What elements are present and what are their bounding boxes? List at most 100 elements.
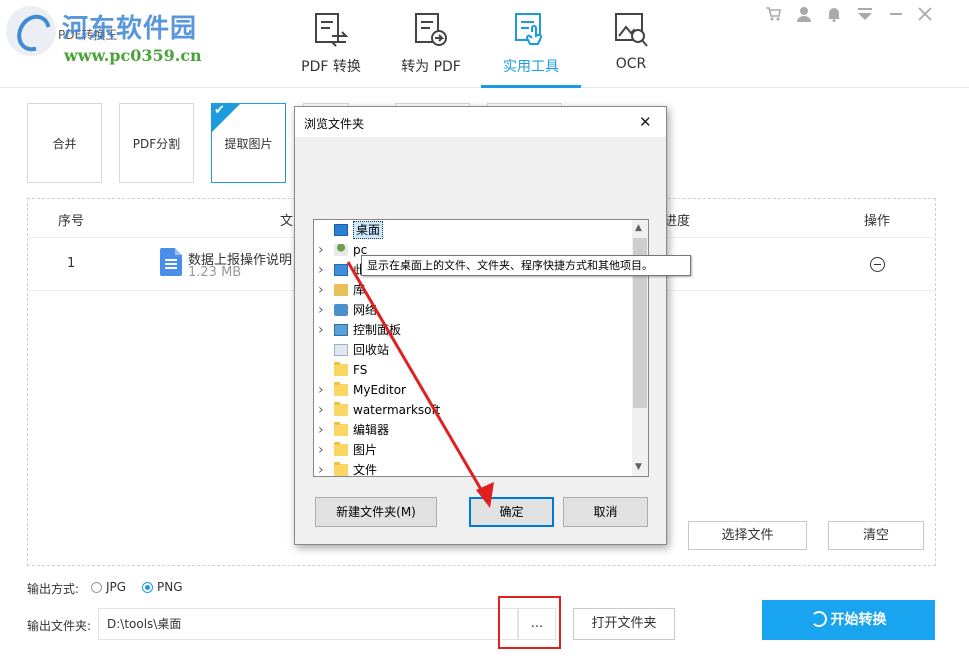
header-action: 操作 (864, 214, 891, 229)
app-window: PDF转换王 河东软件园 www.pc0359.cn PDF 转换 转为 PDF (0, 0, 969, 665)
expand-chevron-icon[interactable]: › (318, 400, 324, 420)
tree-item-label: 桌面 (353, 221, 384, 239)
refresh-icon (810, 611, 827, 627)
tooltip: 显示在桌面上的文件、文件夹、程序快捷方式和其他项目。 (361, 255, 691, 276)
remove-file-icon[interactable] (870, 257, 885, 272)
browse-folder-dialog: 浏览文件夹 ✕ 桌面›pc›此电脑›库›网络›控制面板回收站FS›MyEdito… (294, 106, 667, 545)
cart-icon[interactable] (765, 6, 781, 22)
tool-card-label: 合并 (52, 137, 77, 151)
tree-item-label: 回收站 (353, 343, 390, 357)
recycle-bin-icon (334, 344, 348, 356)
tree-item-label: 编辑器 (353, 423, 390, 437)
bell-icon[interactable] (826, 6, 842, 22)
user-icon[interactable] (796, 6, 812, 22)
menu-icon[interactable] (857, 6, 873, 22)
clear-button[interactable]: 清空 (828, 521, 924, 550)
new-folder-button[interactable]: 新建文件夹(M) (315, 497, 437, 527)
tree-item[interactable]: › 文件 (314, 460, 632, 476)
folder-icon (334, 422, 348, 436)
tool-card-split[interactable]: PDF分割 (119, 103, 194, 183)
output-folder-label: 输出文件夹: (27, 619, 92, 633)
watermark-name: 河东软件园 (62, 14, 198, 44)
open-folder-button[interactable]: 打开文件夹 (573, 608, 675, 640)
tree-item-label: 库 (353, 283, 366, 297)
tree-item[interactable]: › 网络 (314, 300, 632, 320)
tab-pdf-convert[interactable]: PDF 转换 (281, 0, 381, 88)
file-size: 1.23 MB (188, 265, 242, 280)
expand-chevron-icon[interactable]: › (318, 320, 324, 340)
radio-png-label: PNG (157, 580, 183, 594)
radio-png[interactable] (142, 582, 153, 593)
minimize-icon[interactable] (888, 6, 904, 22)
document-icon (160, 248, 182, 276)
watermark-url: www.pc0359.cn (64, 46, 202, 65)
output-format-label: 输出方式: (27, 582, 80, 596)
tools-icon (515, 13, 542, 45)
cancel-button[interactable]: 取消 (563, 497, 648, 527)
expand-chevron-icon[interactable]: › (318, 300, 324, 320)
watermark: PDF转换王 河东软件园 www.pc0359.cn (6, 6, 206, 66)
close-icon[interactable] (917, 6, 933, 22)
radio-jpg[interactable] (91, 582, 102, 593)
expand-chevron-icon[interactable]: › (318, 280, 324, 300)
tab-tools[interactable]: 实用工具 (481, 0, 581, 88)
header-index: 序号 (58, 214, 85, 229)
dialog-title: 浏览文件夹 (304, 117, 365, 131)
network-icon (334, 304, 348, 316)
tree-item[interactable]: › watermarksoft (314, 400, 632, 420)
expand-chevron-icon[interactable]: › (318, 380, 324, 400)
start-convert-button[interactable]: 开始转换 (762, 600, 935, 640)
tree-item[interactable]: 桌面 (314, 220, 632, 240)
radio-jpg-label: JPG (106, 580, 127, 594)
dialog-close-icon[interactable]: ✕ (639, 113, 652, 131)
to-pdf-icon (415, 13, 447, 46)
expand-chevron-icon[interactable]: › (318, 240, 324, 260)
tab-label: OCR (615, 56, 647, 72)
select-file-button[interactable]: 选择文件 (688, 521, 807, 550)
scroll-down-icon[interactable]: ▼ (635, 462, 642, 472)
library-icon (334, 284, 348, 296)
tab-label: 转为 PDF (401, 59, 461, 75)
folder-icon (334, 462, 348, 476)
tool-card-merge[interactable]: 合并 (27, 103, 102, 183)
tab-ocr[interactable]: OCR (581, 0, 681, 88)
expand-chevron-icon[interactable]: › (318, 420, 324, 440)
tab-label: PDF 转换 (301, 59, 361, 75)
ok-button[interactable]: 确定 (469, 497, 554, 527)
tree-item-label: 网络 (353, 303, 378, 317)
folder-icon (334, 402, 348, 416)
folder-icon (334, 382, 348, 396)
tree-item-label: 图片 (353, 443, 378, 457)
tree-item[interactable]: › MyEditor (314, 380, 632, 400)
tree-item-label: FS (353, 363, 368, 377)
highlight-box (498, 596, 561, 649)
expand-chevron-icon[interactable]: › (318, 440, 324, 460)
folder-icon (334, 362, 348, 376)
folder-icon (334, 442, 348, 456)
watermark-logo-icon (6, 6, 56, 56)
tab-label: 实用工具 (503, 59, 559, 75)
tree-item[interactable]: › 库 (314, 280, 632, 300)
tree-item-label: 控制面板 (353, 323, 402, 337)
tool-card-extract-images[interactable]: ✔ 提取图片 (211, 103, 286, 183)
tree-item-label: MyEditor (353, 383, 406, 397)
tree-item[interactable]: › 控制面板 (314, 320, 632, 340)
tree-item[interactable]: › 图片 (314, 440, 632, 460)
expand-chevron-icon[interactable]: › (318, 260, 324, 280)
header-progress: 进度 (664, 214, 691, 229)
expand-chevron-icon[interactable]: › (318, 460, 324, 476)
header-file: 文 (280, 214, 294, 229)
dialog-titlebar: 浏览文件夹 ✕ (295, 107, 666, 137)
scroll-up-icon[interactable]: ▲ (635, 223, 642, 233)
tree-item[interactable]: › 编辑器 (314, 420, 632, 440)
pdf-convert-icon (315, 13, 348, 47)
output-folder-input[interactable]: D:\tools\桌面 (98, 608, 518, 640)
tree-item[interactable]: 回收站 (314, 340, 632, 360)
ocr-icon (615, 13, 648, 47)
tab-to-pdf[interactable]: 转为 PDF (381, 0, 481, 88)
tool-card-label: PDF分割 (132, 137, 181, 151)
desktop-icon (334, 224, 348, 236)
row-index: 1 (67, 256, 76, 271)
check-icon: ✔ (214, 103, 225, 118)
tree-item[interactable]: FS (314, 360, 632, 380)
